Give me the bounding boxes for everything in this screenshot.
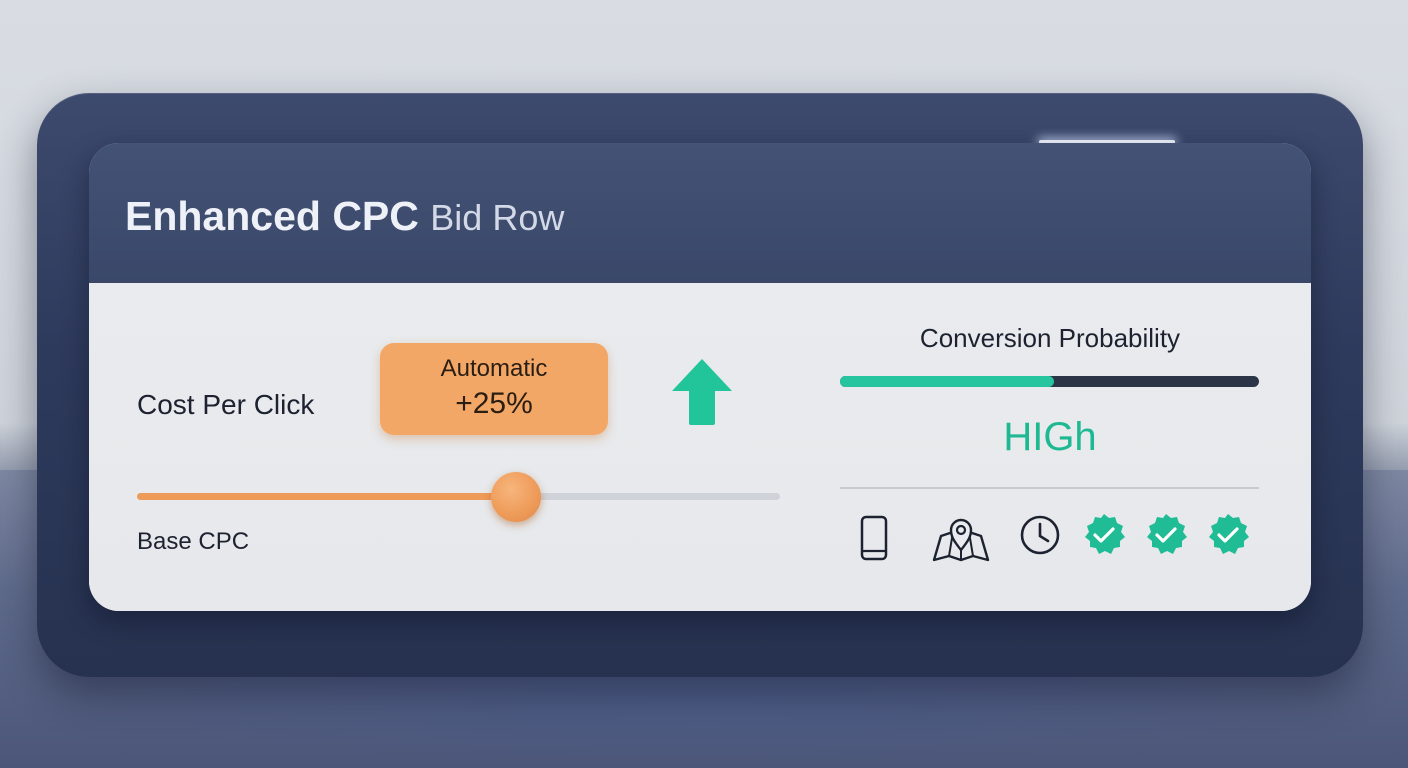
base-cpc-slider[interactable]	[137, 472, 780, 522]
signal-icons-row	[859, 514, 1259, 564]
cost-per-click-label: Cost Per Click	[137, 389, 315, 420]
mobile-device-icon[interactable]	[859, 514, 889, 562]
slider-fill	[137, 493, 517, 500]
title-primary: Enhanced CPC	[125, 193, 419, 239]
card-header: Enhanced CPC Bid Row	[89, 143, 1311, 284]
check-badge-icon	[1147, 514, 1187, 554]
adjustment-value: +25%	[455, 387, 533, 420]
title-secondary: Bid Row	[430, 197, 565, 238]
section-divider	[840, 487, 1259, 489]
conversion-level-text: HIGh	[1003, 415, 1097, 459]
check-badge-icon	[1209, 514, 1249, 554]
automatic-adjustment-badge[interactable]: Automatic +25%	[380, 343, 608, 435]
conversion-probability-fill	[840, 376, 1054, 387]
arrow-up-icon	[672, 359, 732, 425]
bid-row-card: Enhanced CPC Bid Row Cost Per Click Auto…	[89, 143, 1311, 611]
conversion-probability-bar	[840, 376, 1259, 387]
card-title: Enhanced CPC Bid Row	[125, 193, 564, 240]
base-cpc-label: Base CPC	[137, 528, 250, 555]
automatic-label: Automatic	[440, 355, 548, 382]
check-badge-icon	[1085, 514, 1125, 554]
location-map-icon[interactable]	[931, 514, 991, 564]
clock-icon[interactable]	[1019, 514, 1061, 556]
conversion-probability-title: Conversion Probability	[919, 323, 1181, 353]
